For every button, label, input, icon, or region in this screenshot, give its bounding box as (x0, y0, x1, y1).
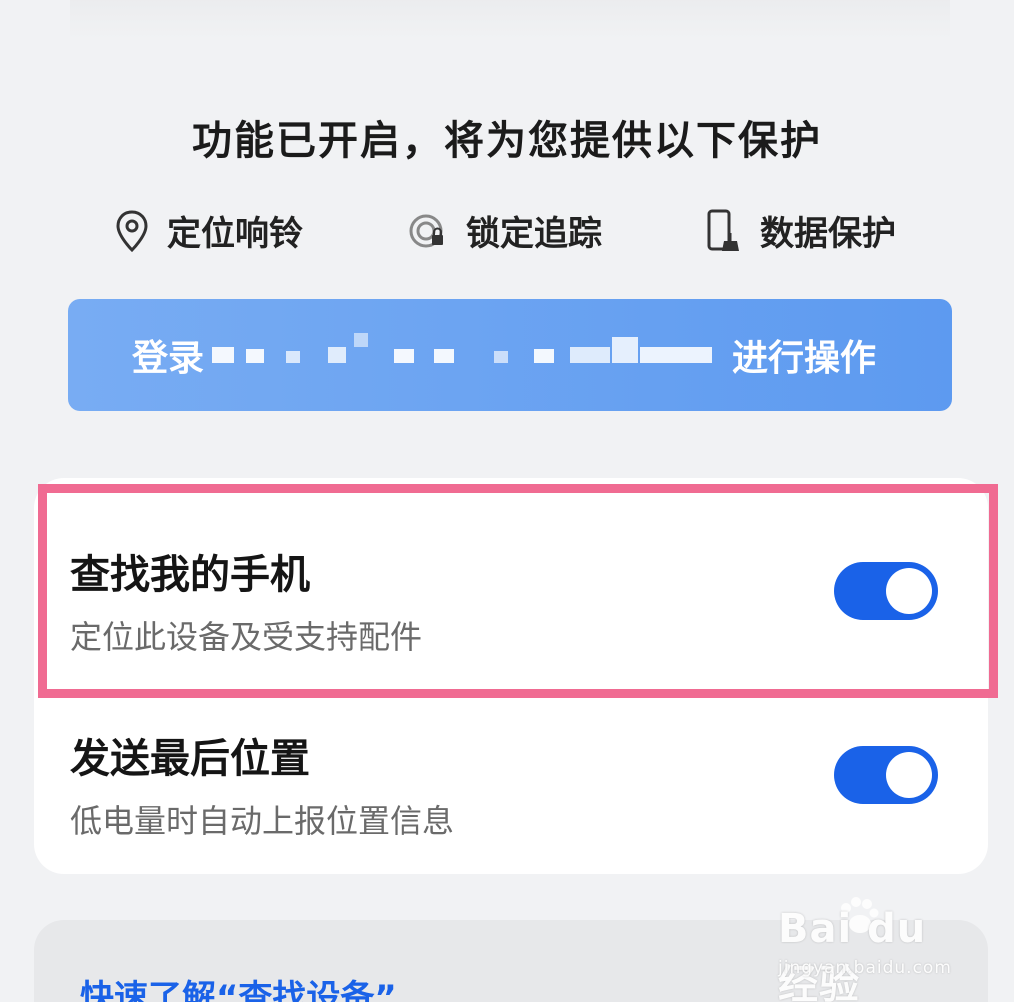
feature-label: 定位响铃 (167, 214, 303, 254)
setting-find-my-phone[interactable]: 查找我的手机 定位此设备及受支持配件 (34, 506, 988, 686)
feature-label: 锁定追踪 (466, 214, 602, 254)
setting-title: 查找我的手机 (70, 552, 310, 598)
setting-send-last-location[interactable]: 发送最后位置 低电量时自动上报位置信息 (34, 690, 988, 870)
top-fade (70, 0, 950, 40)
login-button[interactable]: 登录 进行操作 (68, 299, 952, 411)
toggle-knob (886, 752, 932, 798)
learn-more-link[interactable]: 快速了解“查找设备” (80, 970, 397, 1002)
feature-lock-tracking: 锁定追踪 (408, 206, 602, 255)
feature-label: 数据保护 (760, 214, 896, 254)
toggle-knob (886, 568, 932, 614)
phone-clean-icon (707, 209, 739, 251)
redacted-account (208, 325, 718, 385)
watermark-brand: Bai du 经验 (778, 906, 927, 1002)
lock-tracking-icon (409, 214, 443, 247)
login-suffix: 进行操作 (732, 338, 877, 379)
send-last-location-toggle[interactable] (834, 746, 938, 804)
baidu-watermark: Bai du 经验 jingyan.baidu.com (778, 896, 978, 1002)
feature-data-protection: 数据保护 (706, 206, 896, 255)
login-prefix: 登录 (132, 338, 205, 379)
watermark-site: jingyan.baidu.com (778, 958, 952, 978)
find-my-phone-toggle[interactable] (834, 562, 938, 620)
page-title: 功能已开启，将为您提供以下保护 (192, 118, 822, 164)
setting-subtitle: 低电量时自动上报位置信息 (70, 802, 455, 840)
location-pin-icon (116, 209, 148, 252)
find-device-page: 功能已开启，将为您提供以下保护 定位响铃 锁定追踪 数据保护 登录 进行操作 查… (0, 0, 1014, 1002)
feature-location-ring: 定位响铃 (115, 206, 303, 255)
settings-card: 查找我的手机 定位此设备及受支持配件 发送最后位置 低电量时自动上报位置信息 (34, 478, 988, 874)
setting-subtitle: 定位此设备及受支持配件 (70, 618, 423, 656)
setting-title: 发送最后位置 (70, 736, 310, 782)
feature-list: 定位响铃 锁定追踪 数据保护 (0, 200, 1014, 260)
